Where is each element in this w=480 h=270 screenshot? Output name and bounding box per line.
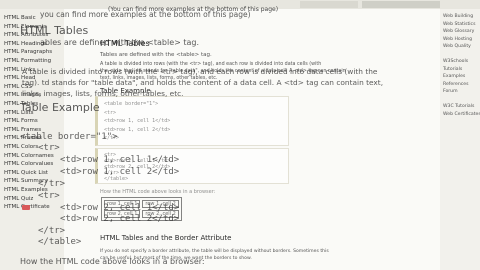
right-panel-link[interactable]: Web Building — [443, 14, 473, 19]
tables-text-1: Tables are defined with the <table> tag. — [100, 52, 212, 58]
try-it-yourself-button[interactable] — [22, 205, 30, 210]
ghost-top-note: you can find more examples at the bottom… — [40, 10, 251, 19]
right-panel-link[interactable]: Web Statistics — [443, 22, 475, 27]
ghost-code-line: <td>row 2, cell 2</td> — [60, 214, 180, 224]
right-panel: Web Building Web Statistics Web Glossary We… — [440, 9, 480, 270]
right-panel-link[interactable]: Forum — [443, 89, 458, 94]
ghost-heading: HTML Tables — [20, 24, 89, 37]
sidebar-link[interactable]: HTML Formatting — [4, 58, 51, 64]
ghost-sub: ables are defined with the <table> tag. — [40, 38, 200, 47]
right-panel-link[interactable]: W3Schools — [443, 59, 468, 64]
sidebar-link[interactable]: HTML Colors — [4, 144, 38, 150]
ghost-para-3: links, images, lists, forms, other table… — [22, 89, 184, 98]
ghost-code-line: <td>row 2, cell 1</td> — [60, 203, 180, 213]
ghost-code-line: <td>row 1, cell 1</td> — [60, 155, 180, 165]
right-panel-link[interactable]: Web Hosting — [443, 37, 472, 42]
sidebar-link[interactable]: HTML Quiz — [4, 196, 33, 202]
ghost-code-line: <table border="1"> — [20, 132, 118, 142]
ghost-code-line: <td>row 1, cell 2</td> — [60, 167, 180, 177]
sidebar-link[interactable]: HTML Colornames — [4, 153, 54, 159]
ghost-para-1: A table is divided into rows (with the <… — [22, 67, 378, 76]
right-panel-link[interactable]: Web Certificates — [443, 112, 480, 117]
sidebar-link[interactable]: HTML Basic — [4, 15, 36, 21]
border-heading: HTML Tables and the Border Attribute — [100, 234, 232, 242]
ghost-code-line: <tr> — [38, 143, 60, 153]
ghost-para-2: tag). td stands for "table data", and ho… — [22, 78, 384, 87]
ghost-example: Table Example — [20, 101, 100, 114]
top-nav-tab[interactable] — [362, 1, 440, 8]
sidebar-link[interactable]: HTML Paragraphs — [4, 49, 52, 55]
ghost-code-line: </table> — [38, 237, 82, 247]
ghost-bottom: How the HTML code above looks in a brows… — [20, 257, 205, 266]
right-panel-link[interactable]: Tutorials — [443, 67, 462, 72]
ghost-code-line: </tr> — [38, 179, 66, 189]
right-panel-link[interactable]: Web Quality — [443, 44, 471, 49]
border-text: If you do not specify a border attribute… — [100, 249, 329, 254]
right-panel-link[interactable]: Examples — [443, 74, 465, 79]
right-panel-link[interactable]: References — [443, 82, 469, 87]
right-panel-link[interactable]: W3C Tutorials — [443, 104, 474, 109]
right-panel-link[interactable]: Web Glossary — [443, 29, 474, 34]
ghost-code-line: </tr> — [38, 226, 66, 236]
sidebar-link[interactable]: HTML Colorvalues — [4, 161, 53, 167]
top-nav-tab[interactable] — [300, 1, 358, 8]
sidebar-link[interactable]: HTML Forms — [4, 118, 38, 124]
ghost-code-line: <tr> — [38, 191, 60, 201]
sidebar-link[interactable]: HTML Quick List — [4, 170, 48, 176]
